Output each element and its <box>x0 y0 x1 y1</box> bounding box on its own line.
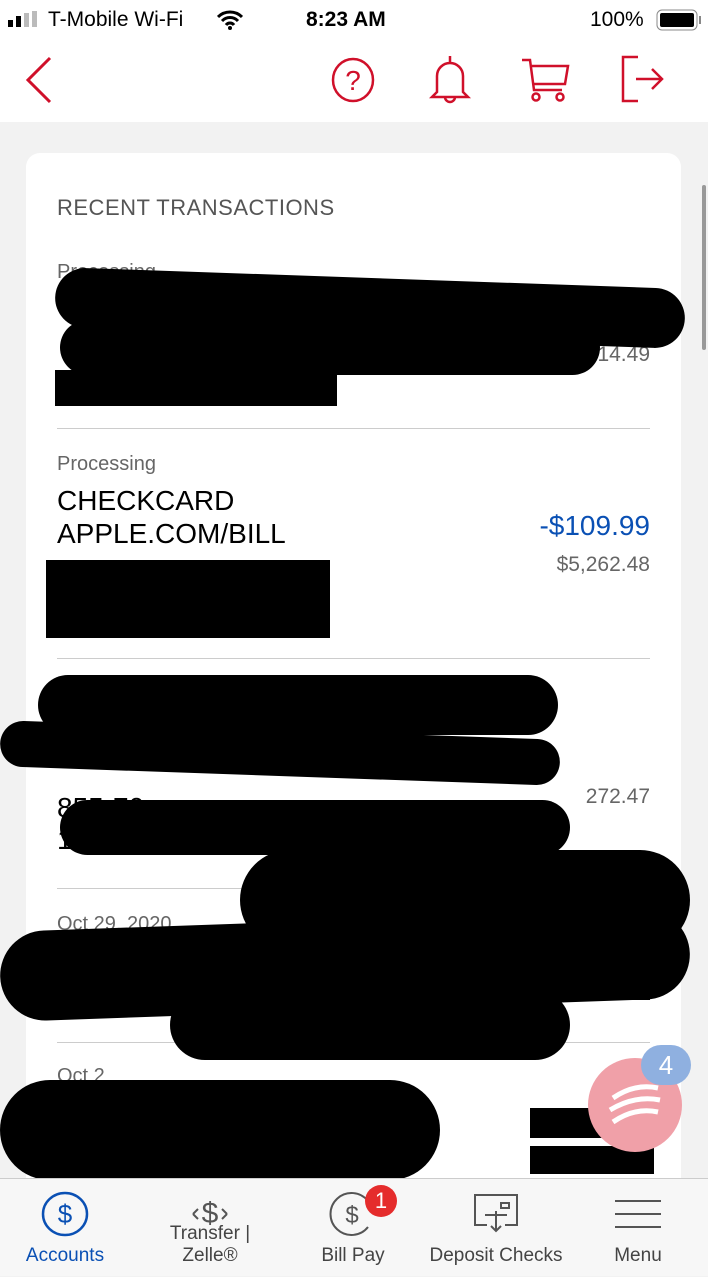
bottom-tab-bar: $ Accounts $ Transfer | Zelle® $ 1 Bill … <box>0 1178 708 1276</box>
tab-deposit-checks[interactable]: Deposit Checks <box>426 1179 566 1277</box>
running-balance: $5,262.48 <box>556 553 650 576</box>
carrier: T-Mobile Wi-Fi <box>48 8 184 31</box>
menu-icon <box>615 1200 661 1228</box>
deposit-check-icon <box>474 1194 518 1233</box>
transaction-amount: -$109.99 <box>539 510 650 541</box>
bill-pay-badge: 1 <box>365 1185 397 1217</box>
chat-badge: 4 <box>641 1045 691 1085</box>
wifi-icon <box>217 10 243 30</box>
bell-icon[interactable] <box>425 54 475 104</box>
cart-icon[interactable] <box>520 54 570 104</box>
back-chevron-icon[interactable] <box>18 54 68 104</box>
tab-menu[interactable]: Menu <box>568 1179 708 1277</box>
section-title: RECENT TRANSACTIONS <box>57 195 335 220</box>
signal-icon <box>8 11 37 27</box>
tab-bill-pay[interactable]: $ 1 Bill Pay <box>283 1179 423 1277</box>
status-bar: T-Mobile Wi-Fi 8:23 AM 100% <box>0 0 708 40</box>
svg-text:$: $ <box>58 1199 73 1229</box>
tab-accounts[interactable]: $ Accounts <box>0 1179 135 1277</box>
running-balance: 272.47 <box>585 785 650 809</box>
clock: 8:23 AM <box>306 8 386 31</box>
svg-text:$: $ <box>345 1202 358 1229</box>
tab-transfer-zelle[interactable]: $ Transfer | Zelle® <box>140 1179 280 1277</box>
dollar-circle-icon: $ <box>41 1191 89 1237</box>
battery-percent: 100% <box>590 8 644 31</box>
logout-icon[interactable] <box>618 54 668 104</box>
battery-icon <box>656 9 701 31</box>
svg-text:?: ? <box>345 65 361 96</box>
top-nav: ? <box>0 40 708 122</box>
help-icon[interactable]: ? <box>328 54 378 104</box>
scrollbar[interactable] <box>702 185 706 350</box>
